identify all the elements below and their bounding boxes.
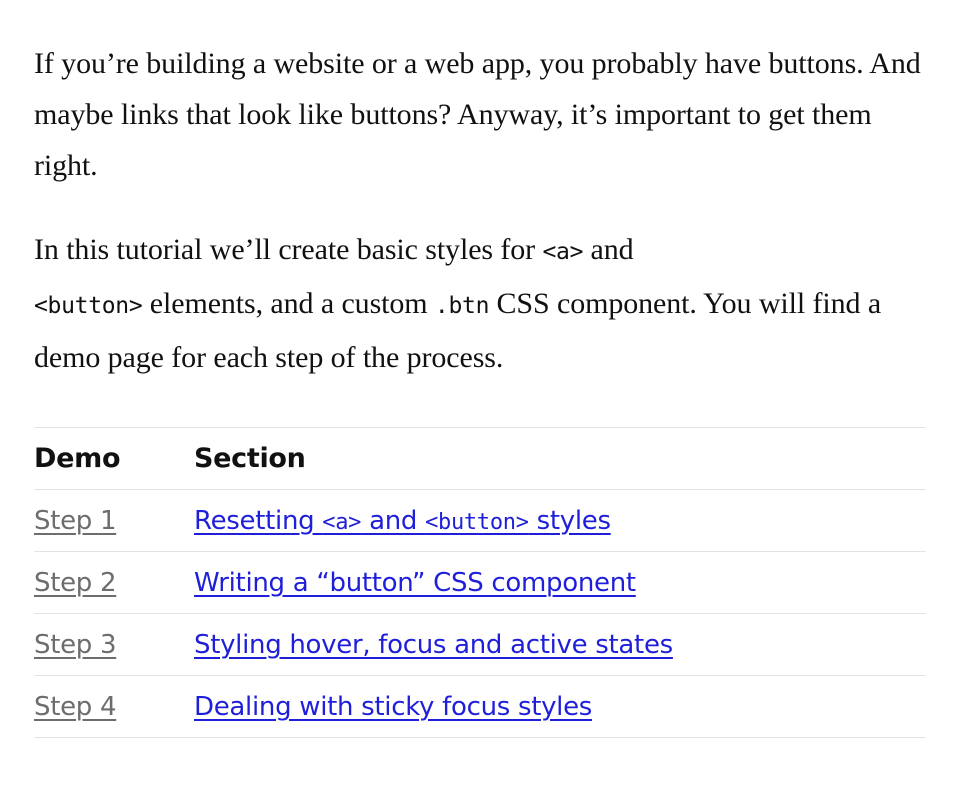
code-btn-class: .btn [434, 293, 490, 319]
table-row: Step 3 Styling hover, focus and active s… [34, 613, 926, 676]
section-1-code-a: <a> [322, 509, 362, 535]
section-1-text-2: and [361, 505, 426, 536]
demo-table-container: Demo Section Step 1 Resetting <a> and <b… [34, 427, 926, 738]
section-sticky-focus-link[interactable]: Dealing with sticky focus styles [194, 692, 592, 722]
section-states-link[interactable]: Styling hover, focus and active states [194, 630, 673, 660]
step-2-link[interactable]: Step 2 [34, 568, 117, 598]
section-button-component-link[interactable]: Writing a “button” CSS component [194, 568, 636, 598]
table-row: Step 1 Resetting <a> and <button> styles [34, 489, 926, 552]
intro-p2-text-1: In this tutorial we’ll create basic styl… [34, 233, 543, 266]
step-3-link[interactable]: Step 3 [34, 630, 117, 660]
section-resetting-link[interactable]: Resetting <a> and <button> styles [194, 506, 611, 536]
code-a-tag: <a> [542, 239, 584, 265]
step-4-link[interactable]: Step 4 [34, 692, 117, 722]
section-1-text-3: styles [528, 505, 611, 536]
table-row: Step 4 Dealing with sticky focus styles [34, 675, 926, 738]
section-1-code-button: <button> [425, 509, 529, 535]
intro-paragraph-2: In this tutorial we’ll create basic styl… [34, 224, 930, 383]
demo-table: Demo Section Step 1 Resetting <a> and <b… [34, 427, 926, 738]
code-button-tag: <button> [34, 293, 143, 319]
header-section: Section [194, 427, 926, 490]
step-1-link[interactable]: Step 1 [34, 506, 117, 536]
table-row: Step 2 Writing a “button” CSS component [34, 551, 926, 614]
intro-paragraph-1: If you’re building a website or a web ap… [34, 47, 921, 182]
section-1-text-1: Resetting [194, 505, 323, 536]
intro-p2-text-3: elements, and a custom [142, 287, 435, 320]
table-header-row: Demo Section [34, 427, 926, 490]
intro-p2-text-2: and [583, 233, 634, 266]
header-demo: Demo [34, 427, 194, 490]
